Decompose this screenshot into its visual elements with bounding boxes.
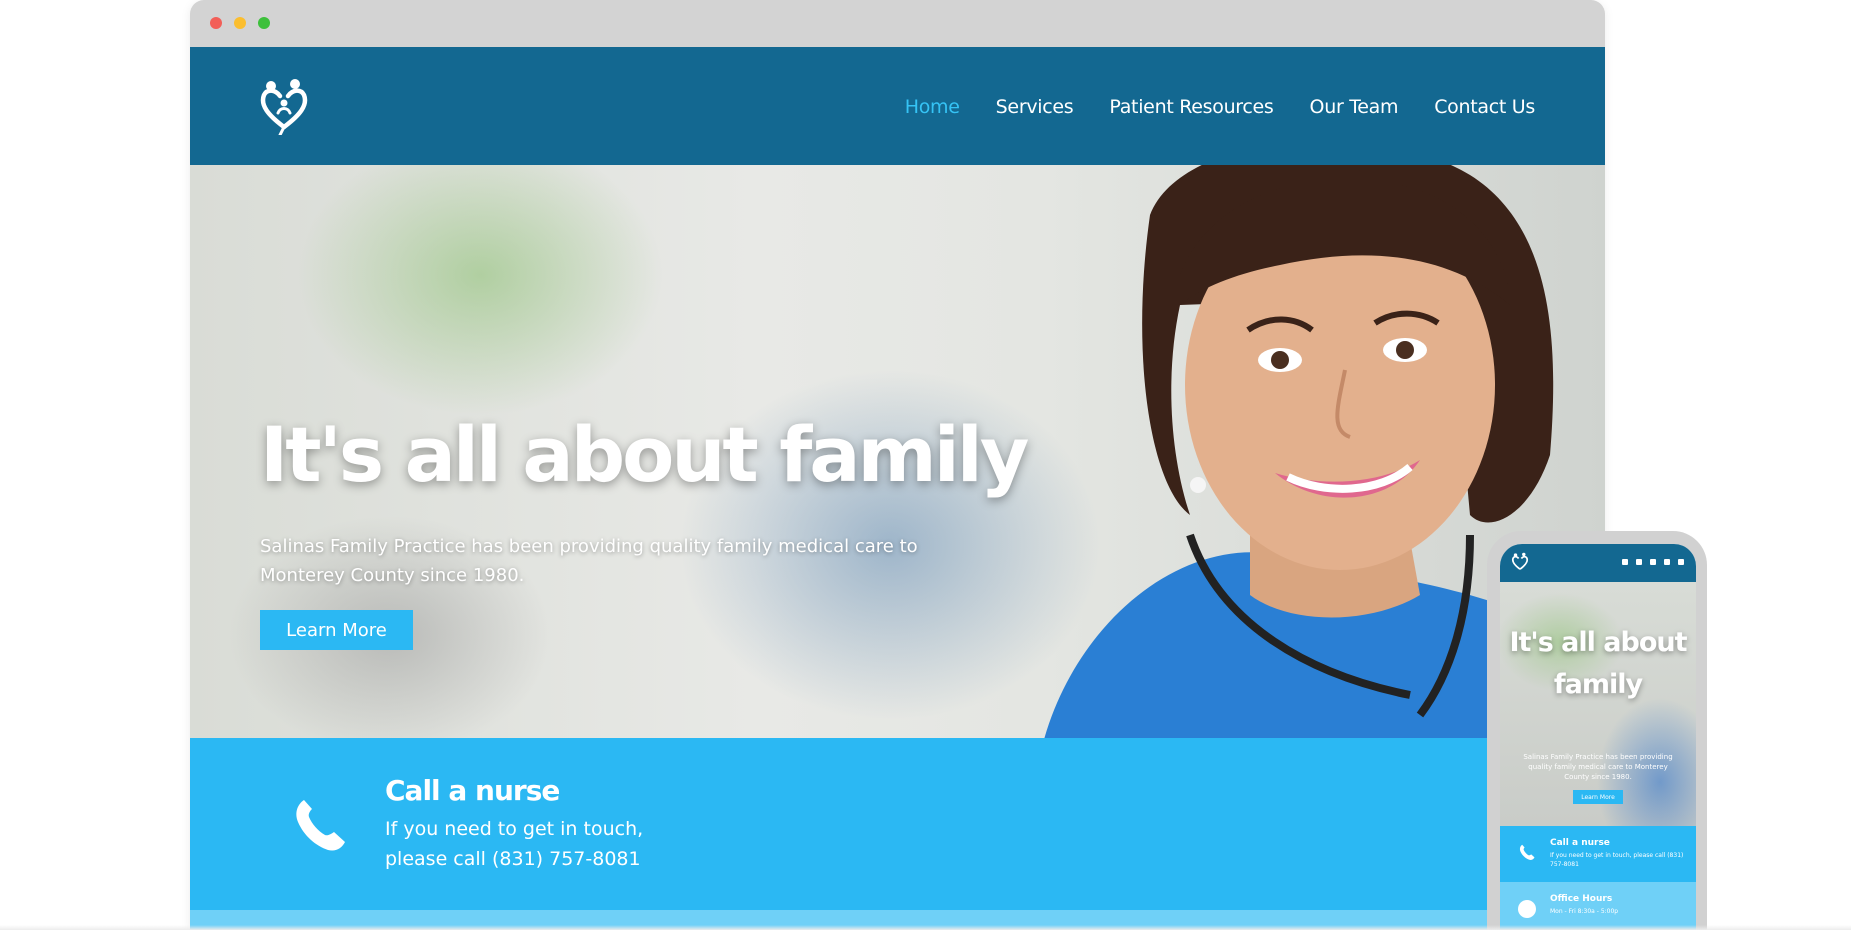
- browser-title-bar: [190, 0, 1605, 47]
- nav-contact-us[interactable]: Contact Us: [1434, 96, 1535, 118]
- mobile-family-heart-logo-icon[interactable]: [1511, 552, 1529, 572]
- nav-our-team[interactable]: Our Team: [1310, 96, 1399, 118]
- close-window-dot[interactable]: [210, 17, 222, 29]
- call-nurse-title: Call a nurse: [385, 774, 560, 807]
- mobile-header: [1500, 544, 1696, 582]
- mobile-hours-title: Office Hours: [1550, 894, 1613, 904]
- minimize-window-dot[interactable]: [234, 17, 246, 29]
- site-header: Home Services Patient Resources Our Team…: [190, 47, 1605, 165]
- clock-icon: [1518, 900, 1536, 918]
- main-navigation: Home Services Patient Resources Our Team…: [869, 96, 1536, 118]
- nav-patient-resources[interactable]: Patient Resources: [1109, 96, 1273, 118]
- nav-home[interactable]: Home: [905, 96, 960, 118]
- mobile-hours-band: Office Hours Mon - Fri 8:30a - 5:00p: [1500, 882, 1696, 930]
- mobile-team-icon[interactable]: [1664, 559, 1670, 565]
- maximize-window-dot[interactable]: [258, 17, 270, 29]
- mobile-call-band: Call a nurse If you need to get in touch…: [1500, 826, 1696, 882]
- mobile-learn-more-button[interactable]: Learn More: [1573, 790, 1623, 804]
- mobile-services-icon[interactable]: [1636, 559, 1642, 565]
- hero-subtitle: Salinas Family Practice has been providi…: [260, 536, 918, 586]
- hero-title: It's all about family: [260, 410, 1029, 499]
- mobile-hours-text: Mon - Fri 8:30a - 5:00p: [1550, 908, 1619, 915]
- hero-section: It's all about family Salinas Family Pra…: [190, 165, 1605, 738]
- mobile-screen: It's all about family Salinas Family Pra…: [1500, 544, 1696, 930]
- nav-services[interactable]: Services: [996, 96, 1074, 118]
- mobile-home-icon[interactable]: [1622, 559, 1628, 565]
- mobile-phone-mockup: It's all about family Salinas Family Pra…: [1487, 531, 1707, 930]
- phone-icon[interactable]: [290, 794, 350, 854]
- mobile-resources-icon[interactable]: [1650, 559, 1656, 565]
- mobile-nav-icons: [1622, 559, 1684, 565]
- desktop-browser-mockup: Home Services Patient Resources Our Team…: [190, 0, 1605, 930]
- learn-more-button[interactable]: Learn More: [260, 610, 413, 650]
- mobile-hero-subtitle: Salinas Family Practice has been providi…: [1523, 753, 1673, 781]
- mobile-call-title: Call a nurse: [1550, 838, 1610, 848]
- bottom-fade: [0, 925, 1851, 930]
- call-nurse-text: If you need to get in touch, please call…: [385, 818, 644, 870]
- mobile-hero: It's all about family Salinas Family Pra…: [1500, 582, 1696, 826]
- mobile-contact-icon[interactable]: [1678, 559, 1684, 565]
- call-nurse-band: Call a nurse If you need to get in touch…: [190, 738, 1605, 910]
- mobile-hero-title: It's all about family: [1509, 627, 1687, 700]
- mobile-phone-icon[interactable]: [1518, 843, 1536, 861]
- family-heart-logo-icon[interactable]: [258, 77, 310, 135]
- mobile-call-text: If you need to get in touch, please call…: [1550, 852, 1684, 868]
